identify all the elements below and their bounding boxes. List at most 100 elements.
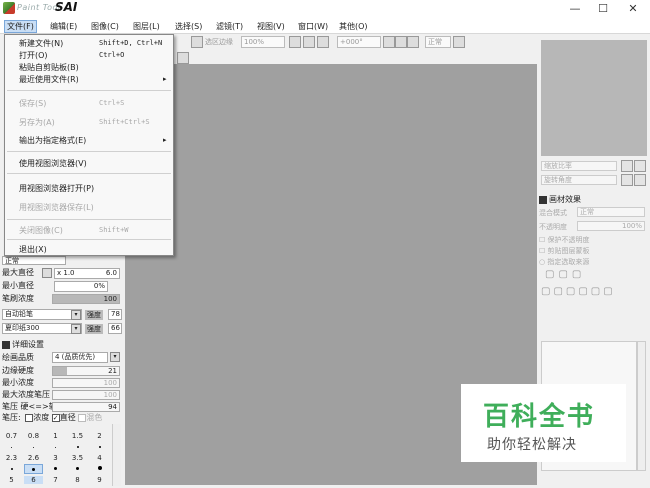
clip-group-option[interactable]: ☐ 剪贴图层蒙板 (539, 246, 590, 256)
zoom-field[interactable]: 100% (241, 36, 285, 48)
menu-save[interactable]: 保存(S) Ctrl+S (5, 97, 173, 110)
mode-button[interactable] (453, 36, 465, 48)
size-preset[interactable]: 9 (90, 476, 109, 484)
menu-other[interactable]: 其他(O) (337, 20, 370, 33)
size-preset[interactable]: 3.5 (68, 454, 87, 462)
quality-dropdown-arrow[interactable]: ▾ (110, 352, 120, 362)
angle-field[interactable]: +000° (337, 36, 381, 48)
layer-effect-section[interactable]: 画材效果 (539, 194, 581, 205)
shape-select[interactable]: 自动铅笔 (2, 309, 82, 320)
watermark-subtitle: 助你轻松解决 (487, 437, 577, 453)
layer-actions-row1[interactable]: ▢▢▢ (545, 269, 585, 280)
menu-layer[interactable]: 图层(L) (131, 20, 162, 33)
menu-save-with-view-browser[interactable]: 用视图浏览器保存(L) (5, 201, 173, 214)
menu-filter[interactable]: 滤镜(T) (214, 20, 245, 33)
menu-window[interactable]: 窗口(W) (296, 20, 330, 33)
size-range-icon[interactable] (42, 268, 52, 278)
select-source-option[interactable]: ○ 指定选取来源 (539, 257, 589, 267)
zoom-reset-button[interactable] (317, 36, 329, 48)
toolbar-small-button[interactable] (177, 52, 189, 64)
size-preset[interactable]: 7 (46, 476, 65, 484)
size-preset[interactable]: 1.5 (68, 432, 87, 440)
size-preset[interactable]: 5 (2, 476, 21, 484)
menu-save-as[interactable]: 另存为(A) Shift+Ctrl+S (5, 116, 173, 129)
size-preset[interactable]: 1 (46, 432, 65, 440)
texture-dropdown-arrow[interactable]: ▾ (71, 324, 81, 334)
toolbar-checkbox[interactable] (191, 36, 203, 48)
nav-rotate-right-button[interactable] (634, 174, 646, 186)
advanced-section[interactable]: 详细设置 (2, 339, 44, 350)
menu-image[interactable]: 图像(C) (89, 20, 121, 33)
zoom-ratio-field[interactable]: 缩放比率 (541, 161, 617, 171)
min-size-field[interactable]: 0% (54, 281, 108, 292)
protect-opacity-label: 保护不透明度 (547, 236, 590, 244)
min-density-value: 100 (103, 379, 117, 387)
opacity-label: 不透明度 (539, 223, 567, 231)
rotate-angle-field[interactable]: 旋转角度 (541, 175, 617, 185)
size-preset[interactable]: 2 (90, 432, 109, 440)
menu-open-label: 打开(O) (19, 51, 48, 60)
close-button[interactable]: ✕ (619, 1, 647, 17)
menu-export-format[interactable]: 输出为指定格式(E) ▸ (5, 134, 173, 147)
menu-use-view-browser[interactable]: 使用视图浏览器(V) (5, 157, 173, 170)
mode-field[interactable]: 正常 (425, 36, 451, 48)
blend-mode-field[interactable]: 正常 (2, 256, 66, 265)
size-preset[interactable]: 0.8 (24, 432, 43, 440)
menu-separator (7, 151, 171, 152)
submenu-arrow-icon: ▸ (163, 136, 167, 144)
menu-save-as-label: 另存为(A) (19, 118, 55, 127)
watermark-title: 百科全书 (483, 402, 596, 432)
menu-file[interactable]: 文件(F) (4, 20, 37, 33)
max-size-field[interactable]: x 1.0 6.0 (54, 268, 120, 279)
size-dot (2, 442, 21, 450)
texture-strength-value[interactable]: 66 (108, 323, 122, 334)
size-preset[interactable]: 4 (90, 454, 109, 462)
pressure-hard-soft-slider[interactable]: 94 (52, 402, 120, 412)
rotate-left-button[interactable] (383, 36, 395, 48)
layer-list-scrollbar[interactable] (637, 341, 646, 471)
brush-density-slider[interactable]: 100 (52, 294, 120, 304)
min-density-slider[interactable]: 100 (52, 378, 120, 388)
size-preset-selected[interactable]: 6 (24, 476, 43, 484)
protect-opacity-option[interactable]: ☐ 保护不透明度 (539, 235, 590, 245)
navigator-preview[interactable] (541, 40, 647, 156)
size-preset[interactable]: 2.6 (24, 454, 43, 462)
shape-strength-value[interactable]: 78 (108, 309, 122, 320)
menu-close-image[interactable]: 关闭图像(C) Shift+W (5, 224, 173, 237)
menu-view[interactable]: 视图(V) (255, 20, 287, 33)
quality-select[interactable]: 4 (品质优先) (52, 352, 108, 363)
size-preset[interactable]: 2.3 (2, 454, 21, 462)
layer-actions-row2[interactable]: ▢▢▢▢▢▢ (541, 286, 616, 297)
zoom-out-button[interactable] (289, 36, 301, 48)
shape-dropdown-arrow[interactable]: ▾ (71, 310, 81, 320)
nav-rotate-left-button[interactable] (621, 174, 633, 186)
rotate-right-button[interactable] (395, 36, 407, 48)
layer-blend-select[interactable]: 正常 (577, 207, 645, 217)
size-preset[interactable]: 8 (68, 476, 87, 484)
size-preset[interactable]: 0.7 (2, 432, 21, 440)
minimize-button[interactable]: — (561, 1, 589, 17)
maximize-button[interactable]: ☐ (589, 1, 617, 17)
size-preset[interactable]: 3 (46, 454, 65, 462)
size-grid-scrollbar[interactable] (112, 424, 121, 486)
menu-edit[interactable]: 编辑(E) (48, 20, 79, 33)
nav-zoom-in-button[interactable] (634, 160, 646, 172)
menu-close-image-label: 关闭图像(C) (19, 226, 63, 235)
texture-select[interactable]: 夏印纸300 (2, 323, 82, 334)
min-size-label: 最小直径 (2, 281, 34, 290)
select-source-label: 指定选取来源 (547, 258, 590, 266)
size-dot (90, 442, 109, 450)
nav-zoom-out-button[interactable] (621, 160, 633, 172)
menu-separator (7, 90, 171, 91)
edge-hardness-slider[interactable]: 21 (52, 366, 120, 376)
size-dot (46, 442, 65, 450)
opacity-slider[interactable]: 100% (577, 221, 645, 231)
max-density-pressure-slider[interactable]: 100 (52, 390, 120, 400)
pressure-size-checkbox[interactable]: ✓ (51, 413, 60, 422)
menu-open-with-view-browser[interactable]: 用视图浏览器打开(P) (5, 182, 173, 195)
menu-exit[interactable]: 退出(X) (5, 243, 173, 256)
menu-recent-files[interactable]: 最近使用文件(R) ▸ (5, 73, 173, 86)
zoom-in-button[interactable] (303, 36, 315, 48)
menu-select[interactable]: 选择(S) (173, 20, 204, 33)
rotate-reset-button[interactable] (407, 36, 419, 48)
